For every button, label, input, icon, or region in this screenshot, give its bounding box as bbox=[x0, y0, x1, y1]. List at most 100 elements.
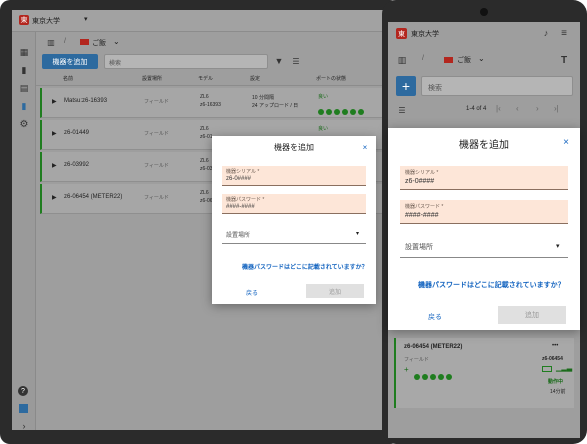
status-text: 良い bbox=[318, 126, 329, 132]
device-serial: z6-03 bbox=[200, 166, 213, 172]
folder-icon bbox=[444, 57, 453, 63]
bell-icon[interactable]: ♪ bbox=[540, 27, 552, 39]
serial-label: 機器シリアル * bbox=[405, 170, 439, 176]
pagination-text: 1-4 of 4 bbox=[466, 106, 487, 112]
device-location: フィールド bbox=[144, 131, 169, 137]
university-logo: 東 bbox=[19, 15, 29, 25]
add-button[interactable]: 追加 bbox=[306, 284, 364, 298]
more-options-icon[interactable]: ••• bbox=[552, 343, 558, 349]
document-icon[interactable]: ▤ bbox=[18, 82, 30, 94]
column-header-location[interactable]: 設置場所 bbox=[142, 75, 162, 82]
text-icon[interactable]: T bbox=[558, 54, 570, 66]
chart-icon[interactable]: ▮ bbox=[18, 64, 30, 76]
add-device-dialog: 機器を追加 × 機器シリアル * z6-0#### 機器パスワード * ####… bbox=[212, 136, 376, 304]
account-icon[interactable] bbox=[19, 404, 28, 413]
close-icon[interactable]: × bbox=[560, 136, 572, 148]
serial-value: z6-0#### bbox=[226, 176, 252, 182]
add-port-icon[interactable]: + bbox=[404, 365, 409, 374]
last-seen-time: 14分前 bbox=[550, 389, 566, 395]
filter-icon[interactable]: ▼ bbox=[274, 56, 284, 66]
camera-dot bbox=[480, 8, 488, 16]
folder-chevron-down-icon[interactable]: ⌄ bbox=[478, 54, 485, 63]
dialog-title: 機器を追加 bbox=[459, 140, 509, 151]
search-placeholder: 検索 bbox=[428, 85, 442, 92]
org-dropdown-icon[interactable]: ▾ bbox=[84, 15, 88, 23]
back-button[interactable]: 戻る bbox=[246, 288, 258, 297]
list-settings-icon[interactable]: ☰ bbox=[396, 104, 408, 116]
column-header-port-status[interactable]: ポートの状態 bbox=[316, 75, 346, 82]
serial-label: 機器シリアル * bbox=[226, 169, 260, 175]
device-card[interactable]: z6-06454 (METER22) ••• フィールド z6-06454 + … bbox=[394, 338, 574, 408]
device-uploads: 24 アップロード / 日 bbox=[252, 103, 299, 109]
add-device-button[interactable]: + bbox=[396, 76, 416, 96]
device-model: ZL6 bbox=[200, 126, 209, 132]
location-label: 設置場所 bbox=[226, 233, 251, 239]
password-field[interactable]: 機器パスワード * ####-#### bbox=[400, 200, 568, 224]
device-model: ZL6 bbox=[200, 190, 209, 196]
add-device-button[interactable]: 機器を追加 bbox=[42, 54, 98, 69]
help-icon[interactable]: ? bbox=[18, 386, 28, 396]
add-button[interactable]: 追加 bbox=[498, 306, 566, 324]
expand-row-icon[interactable]: ▶ bbox=[52, 162, 57, 169]
serial-field[interactable]: 機器シリアル * z6-0#### bbox=[400, 166, 568, 190]
breadcrumb-separator: / bbox=[64, 38, 66, 45]
dialog-title: 機器を追加 bbox=[274, 143, 314, 152]
location-select[interactable]: 設置場所 ▾ bbox=[400, 234, 568, 258]
next-page-icon[interactable]: › bbox=[536, 104, 539, 113]
password-field[interactable]: 機器パスワード * ####-#### bbox=[222, 194, 366, 214]
back-button[interactable]: 戻る bbox=[428, 312, 442, 322]
column-header-model[interactable]: モデル bbox=[198, 75, 213, 82]
signal-icon: ▁▂▃ bbox=[556, 365, 573, 372]
device-serial: z6-06 bbox=[200, 198, 213, 204]
password-help-link[interactable]: 機器パスワードはどこに記載されていますか？ bbox=[242, 262, 368, 271]
org-name: 東京大学 bbox=[411, 31, 439, 38]
expand-row-icon[interactable]: ▶ bbox=[52, 130, 57, 137]
serial-field[interactable]: 機器シリアル * z6-0#### bbox=[222, 166, 366, 186]
close-icon[interactable]: × bbox=[360, 142, 370, 152]
search-input[interactable]: 検索 bbox=[421, 76, 573, 96]
folder-icon bbox=[80, 39, 89, 45]
breadcrumb-folder[interactable]: ご飯 bbox=[92, 38, 106, 48]
menu-icon[interactable]: ≡ bbox=[558, 27, 570, 39]
home-icon[interactable]: ▥ bbox=[396, 54, 408, 66]
folder-chevron-down-icon[interactable]: ⌄ bbox=[113, 37, 120, 46]
column-header-setting[interactable]: 設定 bbox=[250, 75, 260, 82]
breadcrumb-separator: / bbox=[422, 55, 424, 62]
device-interval: 10 分間隔 bbox=[252, 95, 274, 101]
location-select[interactable]: 設置場所 ▾ bbox=[222, 224, 366, 244]
home-icon[interactable]: ▥ bbox=[46, 37, 56, 47]
grid-icon[interactable]: ▦ bbox=[18, 46, 30, 58]
location-label: 設置場所 bbox=[405, 244, 433, 251]
table-header: 名前 設置場所 モデル 設定 ポートの状態 bbox=[36, 72, 388, 86]
dropdown-arrow-icon: ▾ bbox=[356, 231, 360, 237]
expand-sidebar-icon[interactable]: › bbox=[18, 420, 30, 430]
add-device-dialog: 機器を追加 × 機器シリアル * z6-0#### 機器パスワード * ####… bbox=[388, 128, 580, 330]
password-help-link[interactable]: 機器パスワードはどこに記載されていますか？ bbox=[418, 280, 565, 290]
device-name[interactable]: z6-03992 bbox=[64, 162, 89, 168]
battery-icon bbox=[542, 366, 552, 372]
device-model: ZL6 bbox=[200, 158, 209, 164]
device-name[interactable]: z6-06454 (METER22) bbox=[64, 194, 122, 200]
settings-icon[interactable]: ⚙ bbox=[18, 118, 30, 130]
table-row[interactable]: ▶ Matsu:z6-16393 フィールド ZL6 z6-16393 10 分… bbox=[40, 88, 388, 118]
device-model: ZL6 bbox=[200, 94, 209, 100]
device-name[interactable]: Matsu:z6-16393 bbox=[64, 98, 107, 104]
device-name[interactable]: z6-01449 bbox=[64, 130, 89, 136]
university-logo: 東 bbox=[396, 28, 407, 39]
last-page-icon[interactable]: ›| bbox=[554, 104, 559, 113]
list-settings-icon[interactable]: ☰ bbox=[291, 56, 301, 66]
prev-page-icon[interactable]: ‹ bbox=[516, 104, 519, 113]
search-input[interactable]: 検索 bbox=[104, 54, 268, 69]
expand-row-icon[interactable]: ▶ bbox=[52, 194, 57, 201]
device-name[interactable]: z6-06454 (METER22) bbox=[404, 344, 462, 350]
breadcrumb-folder[interactable]: ご飯 bbox=[457, 55, 471, 65]
first-page-icon[interactable]: |‹ bbox=[496, 104, 501, 113]
password-label: 機器パスワード * bbox=[405, 204, 444, 210]
password-value: ####-#### bbox=[226, 204, 255, 210]
column-header-name[interactable]: 名前 bbox=[63, 75, 73, 82]
device-icon[interactable]: ▮ bbox=[18, 100, 30, 112]
search-placeholder: 検索 bbox=[109, 61, 122, 67]
device-location: フィールド bbox=[144, 99, 169, 105]
expand-row-icon[interactable]: ▶ bbox=[52, 98, 57, 105]
status-text: 良い bbox=[318, 94, 329, 100]
